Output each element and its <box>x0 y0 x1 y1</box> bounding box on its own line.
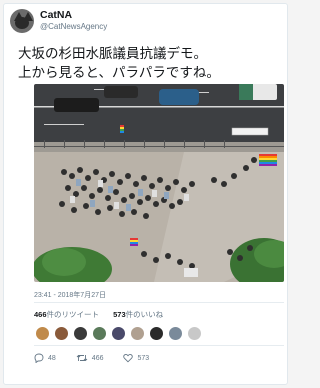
divider <box>34 302 284 303</box>
liker-avatar[interactable] <box>73 326 88 341</box>
tweet-photo[interactable] <box>34 84 284 282</box>
likes-count: 573 <box>113 310 126 319</box>
tweet-actions: 48 466 573 <box>34 353 169 363</box>
liker-avatar[interactable] <box>111 326 126 341</box>
engagement-stats: 466件のリツイート 573件のいいね <box>34 309 175 320</box>
likes-label: 件のいいね <box>125 310 164 319</box>
photo-street-scene <box>34 84 284 282</box>
tweet-card: CatNA @CatNewsAgency 大坂の杉田水脈議員抗議デモ。 上から見… <box>3 3 288 385</box>
liker-avatar[interactable] <box>187 326 202 341</box>
reply-count: 48 <box>48 354 56 362</box>
tweet-text: 大坂の杉田水脈議員抗議デモ。 上から見ると、パラパラですね。 <box>18 46 220 80</box>
liker-avatar[interactable] <box>149 326 164 341</box>
retweets-label: 件のリツイート <box>46 310 100 319</box>
retweet-count: 466 <box>91 354 104 362</box>
divider <box>34 345 284 346</box>
heart-icon <box>123 354 134 363</box>
liker-avatar[interactable] <box>54 326 69 341</box>
user-handle[interactable]: @CatNewsAgency <box>40 22 107 31</box>
liker-avatar[interactable] <box>35 326 50 341</box>
liker-avatars <box>35 326 202 341</box>
retweet-icon <box>76 354 88 362</box>
display-name[interactable]: CatNA <box>40 9 72 21</box>
like-count: 573 <box>137 354 150 362</box>
reply-button[interactable]: 48 <box>34 353 56 363</box>
reply-icon <box>34 353 44 363</box>
liker-avatar[interactable] <box>130 326 145 341</box>
avatar-face <box>15 17 29 29</box>
retweets-count: 466 <box>34 310 47 319</box>
liker-avatar[interactable] <box>168 326 183 341</box>
retweets-stat[interactable]: 466件のリツイート <box>34 310 105 319</box>
like-button[interactable]: 573 <box>123 353 149 363</box>
liker-avatar[interactable] <box>92 326 107 341</box>
timestamp[interactable]: 23:41 - 2018年7月27日 <box>34 290 106 300</box>
avatar[interactable] <box>10 9 34 33</box>
retweet-button[interactable]: 466 <box>76 353 104 363</box>
likes-stat[interactable]: 573件のいいね <box>113 310 169 319</box>
